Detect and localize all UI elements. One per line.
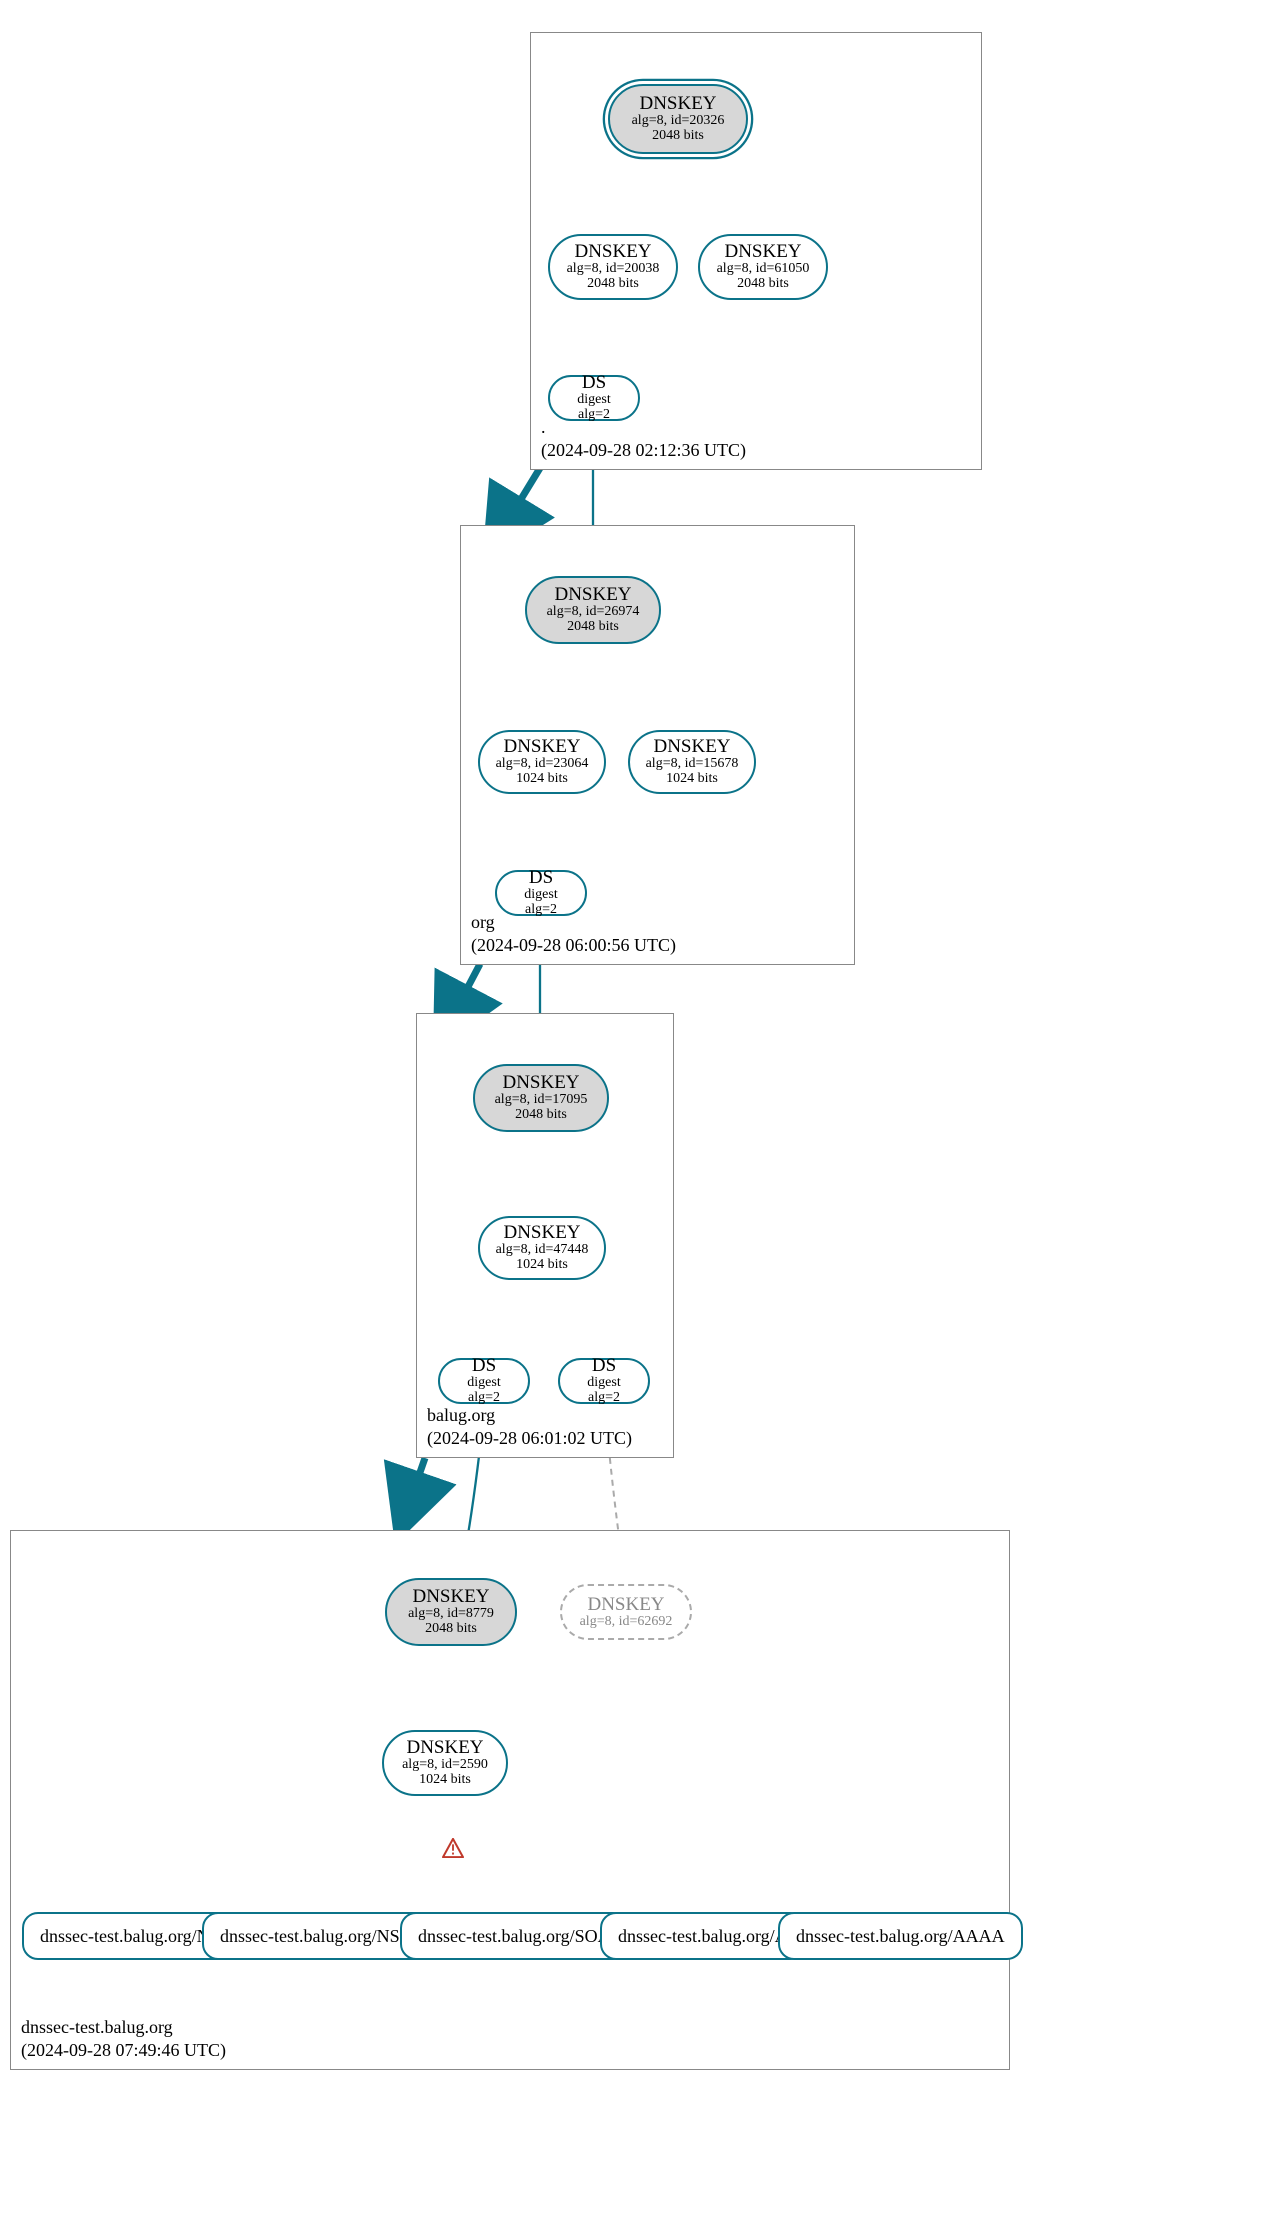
zone-dnssec-label: dnssec-test.balug.org (2024-09-28 07:49:…	[21, 2016, 226, 2061]
node-balug-zsk[interactable]: DNSKEY alg=8, id=47448 1024 bits	[478, 1216, 606, 1280]
node-sub1: digest alg=2	[570, 1376, 638, 1405]
node-sub2: 2048 bits	[652, 129, 704, 144]
node-sub1: alg=8, id=20326	[632, 114, 725, 129]
node-title: DNSKEY	[503, 737, 580, 757]
node-title: DNSKEY	[639, 94, 716, 114]
node-sub1: alg=8, id=2590	[402, 1758, 488, 1773]
node-title: DNSKEY	[653, 737, 730, 757]
zone-root-label: . (2024-09-28 02:12:36 UTC)	[541, 416, 746, 461]
rrset-a[interactable]: dnssec-test.balug.org/A	[600, 1912, 806, 1960]
node-root-ksk[interactable]: DNSKEY alg=8, id=20326 2048 bits	[608, 84, 748, 154]
node-root-zsk2[interactable]: DNSKEY alg=8, id=61050 2048 bits	[698, 234, 828, 300]
node-sub1: digest alg=2	[450, 1376, 518, 1405]
node-sub1: alg=8, id=23064	[496, 757, 589, 772]
node-org-zsk2[interactable]: DNSKEY alg=8, id=15678 1024 bits	[628, 730, 756, 794]
node-sub2: 2048 bits	[425, 1622, 477, 1637]
node-title: DS	[592, 1356, 616, 1376]
node-title: DNSKEY	[574, 242, 651, 262]
node-org-zsk1[interactable]: DNSKEY alg=8, id=23064 1024 bits	[478, 730, 606, 794]
zone-root-time: (2024-09-28 02:12:36 UTC)	[541, 439, 746, 462]
node-title: DNSKEY	[503, 1223, 580, 1243]
node-sub2: 2048 bits	[587, 277, 639, 292]
rrset-label: dnssec-test.balug.org/A	[618, 1926, 788, 1947]
node-sub1: alg=8, id=26974	[547, 605, 640, 620]
node-sub2: 1024 bits	[516, 1258, 568, 1273]
node-sub1: alg=8, id=62692	[580, 1615, 673, 1630]
node-org-ksk[interactable]: DNSKEY alg=8, id=26974 2048 bits	[525, 576, 661, 644]
warning-icon	[442, 1838, 464, 1858]
node-sub1: digest alg=2	[560, 393, 628, 422]
node-sub1: digest alg=2	[507, 888, 575, 917]
node-sub2: 1024 bits	[419, 1773, 471, 1788]
rrset-soa[interactable]: dnssec-test.balug.org/SOA	[400, 1912, 629, 1960]
node-sub2: 2048 bits	[737, 277, 789, 292]
node-title: DS	[472, 1356, 496, 1376]
node-dnssec-ksk[interactable]: DNSKEY alg=8, id=8779 2048 bits	[385, 1578, 517, 1646]
node-root-ds[interactable]: DS digest alg=2	[548, 375, 640, 421]
node-sub1: alg=8, id=61050	[717, 262, 810, 277]
node-title: DNSKEY	[412, 1587, 489, 1607]
zone-org-time: (2024-09-28 06:00:56 UTC)	[471, 934, 676, 957]
rrset-aaaa[interactable]: dnssec-test.balug.org/AAAA	[778, 1912, 1023, 1960]
dnssec-delegation-graph: . (2024-09-28 02:12:36 UTC) DNSKEY alg=8…	[0, 0, 1268, 2228]
zone-balug-label: balug.org (2024-09-28 06:01:02 UTC)	[427, 1404, 632, 1449]
node-root-zsk1[interactable]: DNSKEY alg=8, id=20038 2048 bits	[548, 234, 678, 300]
node-sub1: alg=8, id=20038	[567, 262, 660, 277]
node-dnssec-zsk[interactable]: DNSKEY alg=8, id=2590 1024 bits	[382, 1730, 508, 1796]
node-sub1: alg=8, id=47448	[496, 1243, 589, 1258]
zone-balug-name: balug.org	[427, 1404, 632, 1427]
rrset-label: dnssec-test.balug.org/AAAA	[796, 1926, 1005, 1947]
node-title: DS	[529, 868, 553, 888]
node-sub2: 2048 bits	[515, 1108, 567, 1123]
node-sub1: alg=8, id=8779	[408, 1607, 494, 1622]
node-title: DS	[582, 373, 606, 393]
rrset-label: dnssec-test.balug.org/NS	[40, 1926, 220, 1947]
node-title: DNSKEY	[502, 1073, 579, 1093]
node-sub2: 1024 bits	[516, 772, 568, 787]
zone-dnssec-name: dnssec-test.balug.org	[21, 2016, 226, 2039]
node-balug-ds2[interactable]: DS digest alg=2	[558, 1358, 650, 1404]
zone-dnssec-time: (2024-09-28 07:49:46 UTC)	[21, 2039, 226, 2062]
node-sub2: 1024 bits	[666, 772, 718, 787]
node-dnssec-old[interactable]: DNSKEY alg=8, id=62692	[560, 1584, 692, 1640]
node-org-ds[interactable]: DS digest alg=2	[495, 870, 587, 916]
node-title: DNSKEY	[724, 242, 801, 262]
node-title: DNSKEY	[587, 1595, 664, 1615]
node-balug-ds1[interactable]: DS digest alg=2	[438, 1358, 530, 1404]
node-sub2: 2048 bits	[567, 620, 619, 635]
zone-org-label: org (2024-09-28 06:00:56 UTC)	[471, 911, 676, 956]
node-sub1: alg=8, id=15678	[646, 757, 739, 772]
rrset-label: dnssec-test.balug.org/SOA	[418, 1926, 611, 1947]
node-balug-ksk[interactable]: DNSKEY alg=8, id=17095 2048 bits	[473, 1064, 609, 1132]
node-title: DNSKEY	[406, 1738, 483, 1758]
zone-balug-time: (2024-09-28 06:01:02 UTC)	[427, 1427, 632, 1450]
node-title: DNSKEY	[554, 585, 631, 605]
node-sub1: alg=8, id=17095	[495, 1093, 588, 1108]
